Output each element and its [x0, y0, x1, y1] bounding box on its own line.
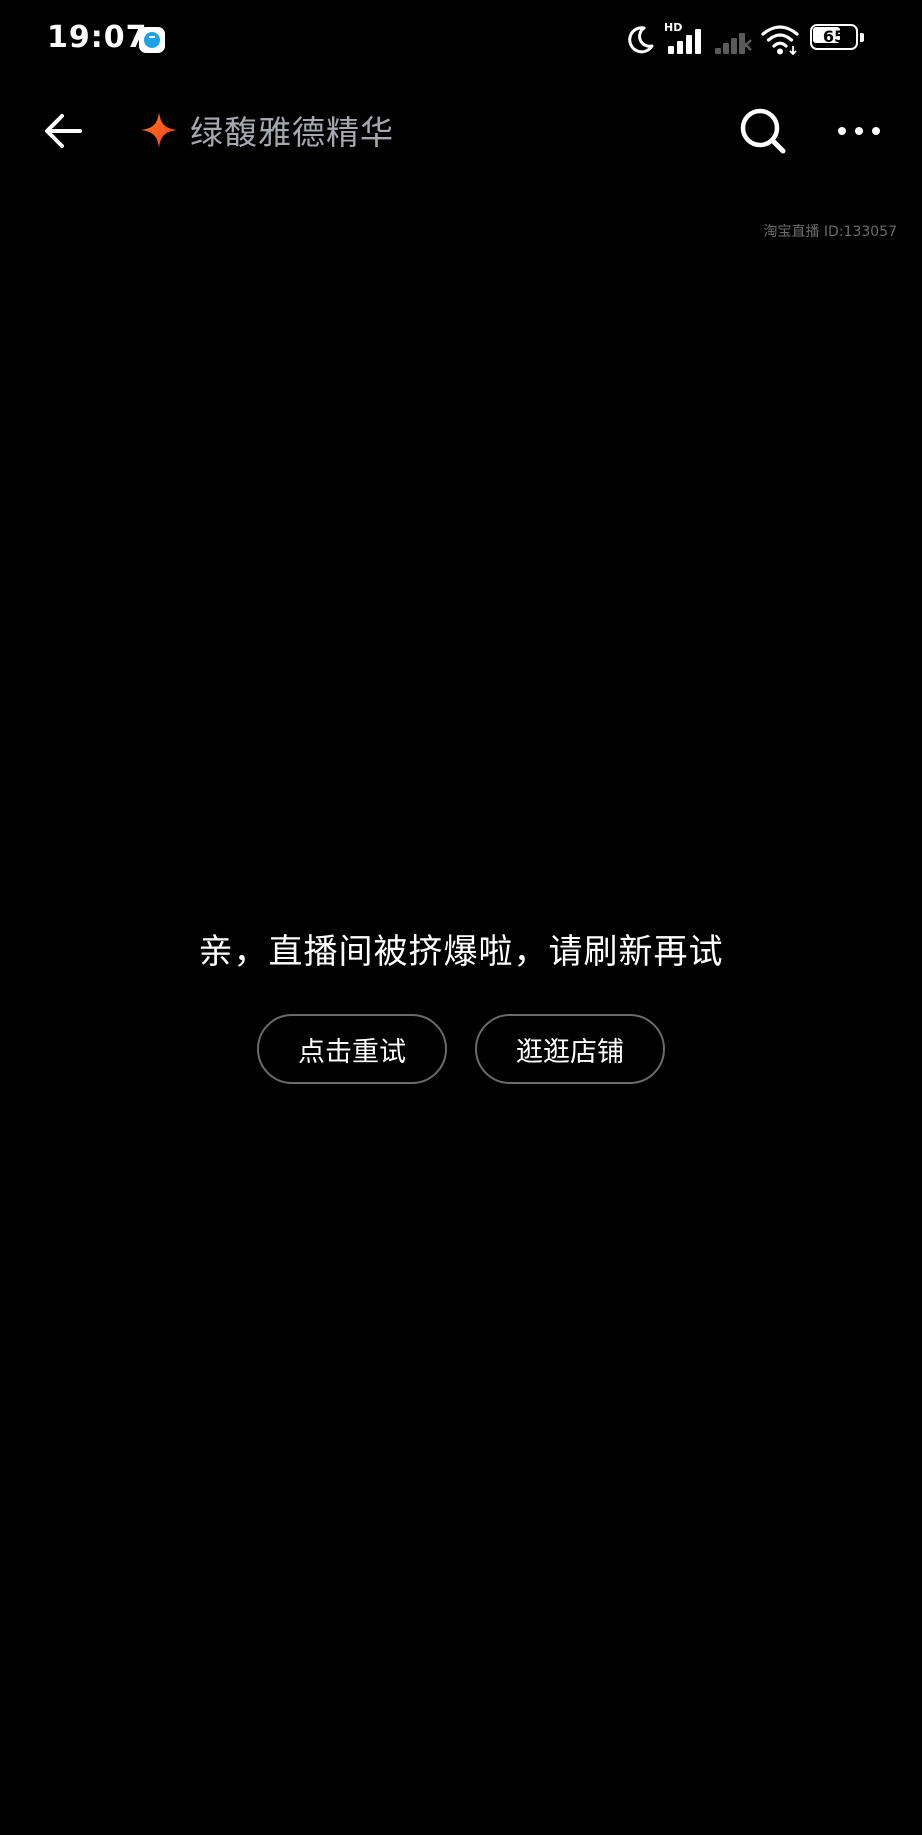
no-signal-icon [713, 28, 753, 54]
notification-app-icon [139, 27, 165, 53]
page-title: 绿馥雅德精华 [190, 113, 394, 152]
more-horizontal-icon[interactable] [834, 114, 884, 148]
moon-icon [628, 26, 654, 54]
retry-button[interactable]: 点击重试 [257, 1014, 447, 1084]
error-message: 亲，直播间被挤爆啦，请刷新再试 [198, 932, 724, 972]
search-icon[interactable] [738, 106, 788, 156]
header-title-group: 绿馥雅德精华 [140, 106, 394, 154]
status-bar: 19:07 HD 65 [0, 0, 922, 80]
visit-shop-button[interactable]: 逛逛店铺 [475, 1014, 665, 1084]
sparkle-icon [141, 112, 177, 148]
nav-bar: 绿馥雅德精华 [0, 90, 922, 170]
error-actions: 点击重试 逛逛店铺 [0, 1014, 922, 1084]
hd-signal-icon: HD [664, 22, 706, 54]
live-room-id: 淘宝直播 ID:133057 [763, 224, 897, 240]
battery-icon: 65 [810, 24, 866, 52]
status-time: 19:07 [47, 20, 148, 55]
back-arrow-icon[interactable] [40, 108, 86, 154]
wifi-icon [761, 25, 799, 56]
battery-level: 65 [822, 27, 846, 46]
